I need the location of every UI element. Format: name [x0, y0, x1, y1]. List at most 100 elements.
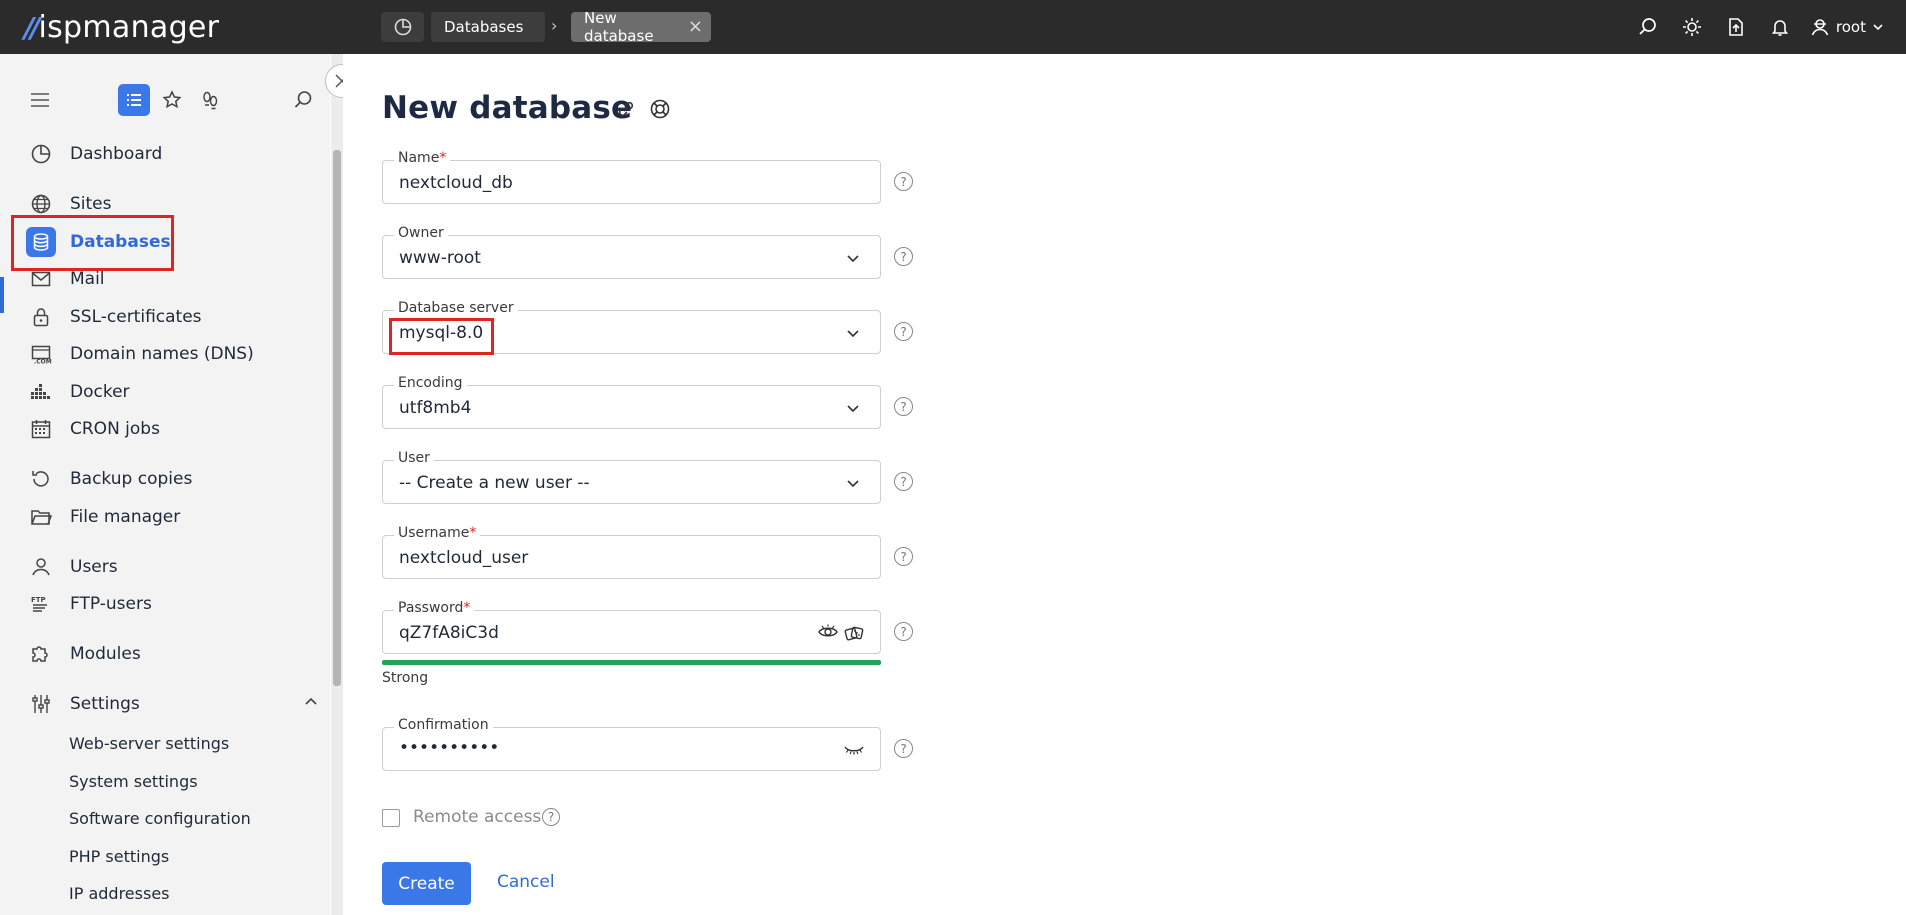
help-lifebuoy-icon[interactable]: [649, 98, 671, 124]
cancel-button[interactable]: Cancel: [497, 872, 555, 892]
sidebar-item-ssl-certificates[interactable]: SSL-certificates: [28, 302, 202, 332]
user-label: User: [394, 450, 434, 466]
password-help-icon[interactable]: ?: [894, 622, 913, 641]
sidebar-item-label: Mail: [70, 269, 105, 289]
settings-icon: [28, 691, 54, 717]
recent-button[interactable]: [194, 84, 226, 116]
eye-closed-icon[interactable]: [844, 742, 864, 761]
chevron-down-icon: [846, 400, 860, 419]
generate-password-icon[interactable]: [844, 623, 864, 647]
dashboard-shortcut-button[interactable]: [381, 12, 424, 42]
sidebar-item-cron-jobs[interactable]: CRON jobs: [28, 414, 160, 444]
username-field[interactable]: Username* nextcloud_user: [382, 525, 881, 579]
upload-button[interactable]: [1714, 0, 1758, 54]
sidebar-item-label: Users: [70, 557, 118, 577]
sidebar-item-settings[interactable]: Settings: [28, 689, 318, 719]
sidebar-item-modules[interactable]: Modules: [28, 639, 141, 669]
chevron-down-icon: [846, 325, 860, 344]
user-select[interactable]: User -- Create a new user --: [382, 450, 881, 504]
username-help-icon[interactable]: ?: [894, 547, 913, 566]
folder-icon: [28, 504, 54, 530]
name-help-icon[interactable]: ?: [894, 172, 913, 191]
sun-icon: [1682, 18, 1701, 36]
breadcrumb-new-database-label: New database: [584, 9, 654, 45]
encoding-help-icon[interactable]: ?: [894, 397, 913, 416]
name-field[interactable]: Name* nextcloud_db: [382, 150, 881, 204]
sidebar-subitem-php-settings[interactable]: PHP settings: [69, 843, 169, 869]
user-value: -- Create a new user --: [399, 473, 590, 493]
username-label-text: Username: [398, 525, 470, 541]
sidebar-item-docker[interactable]: Docker: [28, 377, 130, 407]
owner-help-icon[interactable]: ?: [894, 247, 913, 266]
remote-access-checkbox[interactable]: [382, 809, 400, 827]
bell-icon: [1771, 20, 1789, 36]
lock-icon: [28, 304, 54, 330]
user-help-icon[interactable]: ?: [894, 472, 913, 491]
upload-icon: [1729, 18, 1743, 36]
user-icon: [1811, 19, 1829, 36]
eye-icon[interactable]: [818, 623, 838, 645]
breadcrumb-databases[interactable]: Databases: [431, 12, 545, 42]
username-label: Username*: [394, 525, 481, 541]
logo[interactable]: // ispmanager: [24, 9, 219, 45]
name-label-text: Name: [398, 150, 440, 166]
password-field[interactable]: Password* qZ7fA8iC3d: [382, 600, 881, 654]
user-name: root: [1835, 18, 1866, 36]
sidebar-item-file-manager[interactable]: File manager: [28, 502, 180, 532]
remote-access-label: Remote access: [413, 807, 542, 827]
sidebar-item-backup-copies[interactable]: Backup copies: [28, 464, 192, 494]
top-bar: // ispmanager Databases › New database ×…: [0, 0, 1906, 54]
sidebar-scrollbar-thumb[interactable]: [333, 150, 341, 686]
favorites-button[interactable]: [156, 84, 188, 116]
notifications-button[interactable]: [1758, 0, 1802, 54]
highlight-box-databases: [11, 215, 174, 271]
link-icon[interactable]: [615, 98, 637, 124]
sidebar-item-label: Domain names (DNS): [70, 344, 254, 364]
sidebar-item-label: Sites: [70, 194, 112, 214]
logo-mark-icon: //: [24, 10, 41, 44]
sidebar-item-dns[interactable]: .COM Domain names (DNS): [28, 339, 254, 369]
sidebar-item-dashboard[interactable]: Dashboard: [28, 139, 162, 169]
search-button[interactable]: [1626, 0, 1670, 54]
encoding-label: Encoding: [394, 375, 467, 391]
sidebar-subitem-system-settings[interactable]: System settings: [69, 768, 198, 794]
dashboard-icon: [394, 18, 411, 36]
owner-select[interactable]: Owner www-root: [382, 225, 881, 279]
chevron-down-icon: [846, 250, 860, 269]
list-view-button[interactable]: [118, 84, 150, 116]
svg-text:FTP: FTP: [31, 596, 46, 604]
confirmation-label: Confirmation: [394, 717, 493, 733]
user-icon: [28, 554, 54, 580]
dashboard-icon: [28, 141, 54, 167]
confirmation-value: ••••••••••: [399, 738, 500, 758]
theme-toggle-button[interactable]: [1670, 0, 1714, 54]
sidebar-item-ftp-users[interactable]: FTP FTP-users: [28, 589, 152, 619]
menu-toggle-button[interactable]: [24, 84, 56, 116]
encoding-select[interactable]: Encoding utf8mb4: [382, 375, 881, 429]
user-menu[interactable]: root: [1802, 17, 1906, 37]
sidebar-item-label: File manager: [70, 507, 181, 527]
create-button[interactable]: Create: [382, 862, 471, 905]
sidebar-subitem-ip-addresses[interactable]: IP addresses: [69, 880, 170, 906]
search-icon: [294, 91, 312, 108]
confirmation-help-icon[interactable]: ?: [894, 739, 913, 758]
owner-value: www-root: [399, 248, 481, 268]
name-label: Name*: [394, 150, 451, 166]
calendar-icon: [28, 416, 54, 442]
chevron-up-icon: [304, 694, 318, 714]
sidebar-subitem-label: System settings: [69, 771, 198, 791]
sidebar-item-users[interactable]: Users: [28, 552, 118, 582]
confirmation-field[interactable]: Confirmation ••••••••••: [382, 717, 881, 771]
title-actions: [615, 98, 671, 124]
sidebar-search-button[interactable]: [287, 84, 319, 116]
breadcrumb-new-database[interactable]: New database ×: [571, 9, 711, 45]
sidebar-subitem-label: Software configuration: [69, 808, 251, 828]
search-icon: [1639, 18, 1656, 35]
sidebar-subitem-web-server-settings[interactable]: Web-server settings: [69, 730, 229, 756]
remote-access-help-icon[interactable]: ?: [542, 808, 560, 826]
required-mark: *: [463, 600, 471, 616]
database-server-help-icon[interactable]: ?: [894, 322, 913, 341]
sidebar-subitem-software-configuration[interactable]: Software configuration: [69, 805, 251, 831]
password-label-text: Password: [398, 600, 464, 616]
close-tab-icon[interactable]: ×: [688, 18, 703, 36]
